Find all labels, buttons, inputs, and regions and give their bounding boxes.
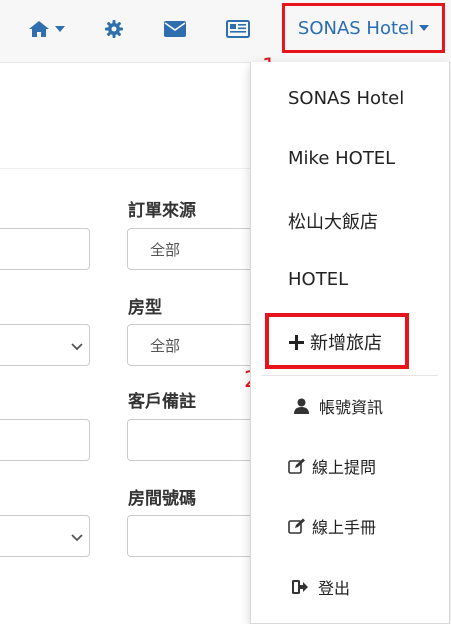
newspaper-icon [226,20,250,38]
chevron-down-icon [55,26,65,32]
gear-icon [105,20,123,38]
online-manual-label: 線上手冊 [312,518,377,537]
home-icon [29,21,49,37]
chevron-down-icon [419,25,430,31]
room-number-label: 房間號碼 [128,489,196,509]
add-hotel-item[interactable]: 新增旅店 [289,329,382,355]
order-source-select[interactable]: 全部 [127,228,257,270]
sign-out-icon [292,580,308,594]
room-number-input[interactable] [127,515,257,557]
settings-button[interactable] [105,14,123,44]
edit-icon [288,518,306,534]
hotel-option-mike[interactable]: Mike HOTEL [288,148,395,169]
text-field[interactable] [0,419,90,461]
hotel-option-sonas[interactable]: SONAS Hotel [288,88,404,109]
customer-note-input[interactable] [127,419,257,461]
hotel-option-songshan[interactable]: 松山大飯店 [288,208,378,234]
chevron-down-icon [71,337,83,356]
menu-divider [262,375,438,376]
top-navbar: SONAS Hotel [0,0,451,63]
add-hotel-label: 新增旅店 [310,333,382,354]
news-button[interactable] [226,14,250,44]
home-menu-button[interactable] [28,14,65,44]
online-question-label: 線上提問 [312,458,377,477]
content-divider [0,168,250,169]
messages-button[interactable] [164,14,186,44]
user-icon [294,398,309,414]
room-type-label: 房型 [128,298,162,318]
account-info-item[interactable]: 帳號資訊 [294,394,383,418]
online-manual-item[interactable]: 線上手冊 [288,514,376,538]
room-type-select[interactable]: 全部 [127,324,257,366]
logout-label: 登出 [318,579,351,598]
plus-icon [289,334,304,350]
hotel-selector-label: SONAS Hotel [297,17,415,39]
chevron-down-icon [71,528,83,547]
online-question-item[interactable]: 線上提問 [288,454,376,478]
room-type-value: 全部 [150,337,181,355]
search-text-field[interactable] [0,228,90,270]
hotel-option-hotel[interactable]: HOTEL [288,269,348,290]
filter-select[interactable] [0,515,90,557]
envelope-icon [164,21,186,37]
logout-item[interactable]: 登出 [292,575,350,599]
customer-note-label: 客戶備註 [128,392,196,412]
order-source-value: 全部 [150,241,181,259]
order-source-label: 訂單來源 [128,201,196,221]
account-info-label: 帳號資訊 [319,398,384,417]
filter-select[interactable] [0,324,90,366]
hotel-selector-button[interactable]: SONAS Hotel [282,3,445,53]
edit-icon [288,458,306,474]
